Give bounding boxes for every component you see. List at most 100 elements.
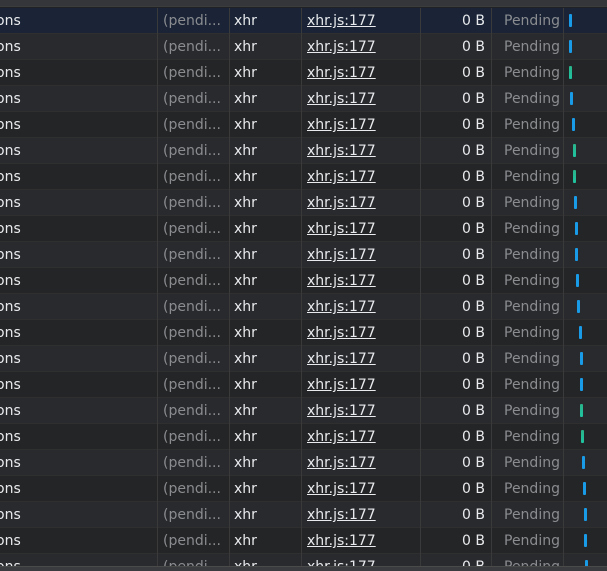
initiator-link[interactable]: xhr.js:177 xyxy=(307,195,376,211)
request-initiator-cell: xhr.js:177 xyxy=(302,476,421,502)
initiator-link[interactable]: xhr.js:177 xyxy=(307,65,376,81)
initiator-link[interactable]: xhr.js:177 xyxy=(307,377,376,393)
request-type-cell: xhr xyxy=(230,242,302,268)
table-row[interactable]: ons(pendi...xhr xhr.js:177 0 BPending xyxy=(0,268,607,294)
request-type-cell: xhr xyxy=(230,424,302,450)
waterfall-cell xyxy=(564,34,607,60)
table-row[interactable]: ons(pendi...xhr xhr.js:177 0 BPending xyxy=(0,372,607,398)
request-type-cell: xhr xyxy=(230,34,302,60)
initiator-link[interactable]: xhr.js:177 xyxy=(307,247,376,263)
initiator-link[interactable]: xhr.js:177 xyxy=(307,507,376,523)
request-status-cell: (pendi... xyxy=(158,372,230,398)
request-size-cell: 0 B xyxy=(421,86,492,112)
waterfall-cell xyxy=(564,8,607,34)
request-initiator-cell: xhr.js:177 xyxy=(302,424,421,450)
waterfall-bar xyxy=(584,508,587,521)
table-row[interactable]: ons(pendi...xhr xhr.js:177 0 BPending xyxy=(0,34,607,60)
table-row[interactable]: ons(pendi...xhr xhr.js:177 0 BPending xyxy=(0,398,607,424)
request-size-cell: 0 B xyxy=(421,138,492,164)
initiator-link[interactable]: xhr.js:177 xyxy=(307,403,376,419)
request-time-cell: Pending xyxy=(492,398,564,424)
waterfall-cell xyxy=(564,164,607,190)
initiator-link[interactable]: xhr.js:177 xyxy=(307,481,376,497)
horizontal-scrollbar[interactable] xyxy=(0,566,607,571)
request-name-cell: ons xyxy=(0,86,158,112)
request-time-cell: Pending xyxy=(492,268,564,294)
request-time-cell: Pending xyxy=(492,60,564,86)
request-status-cell: (pendi... xyxy=(158,294,230,320)
request-status-cell: (pendi... xyxy=(158,112,230,138)
waterfall-cell xyxy=(564,476,607,502)
request-name-cell: ons xyxy=(0,294,158,320)
initiator-link[interactable]: xhr.js:177 xyxy=(307,351,376,367)
table-row[interactable]: ons(pendi...xhr xhr.js:177 0 BPending xyxy=(0,216,607,242)
request-size-cell: 0 B xyxy=(421,112,492,138)
waterfall-cell xyxy=(564,112,607,138)
request-time-cell: Pending xyxy=(492,502,564,528)
table-row[interactable]: ons(pendi...xhr xhr.js:177 0 BPending xyxy=(0,164,607,190)
table-row[interactable]: ons(pendi...xhr xhr.js:177 0 BPending xyxy=(0,86,607,112)
waterfall-bar xyxy=(573,170,576,183)
waterfall-cell xyxy=(564,86,607,112)
waterfall-cell xyxy=(564,242,607,268)
initiator-link[interactable]: xhr.js:177 xyxy=(307,455,376,471)
table-row[interactable]: ons(pendi...xhr xhr.js:177 0 BPending xyxy=(0,112,607,138)
request-size-cell: 0 B xyxy=(421,372,492,398)
waterfall-bar xyxy=(576,274,579,287)
request-type-cell: xhr xyxy=(230,502,302,528)
request-name-cell: ons xyxy=(0,320,158,346)
request-size-cell: 0 B xyxy=(421,502,492,528)
table-row[interactable]: ons(pendi...xhr xhr.js:177 0 BPending xyxy=(0,138,607,164)
table-row[interactable]: ons(pendi...xhr xhr.js:177 0 BPending xyxy=(0,502,607,528)
table-row[interactable]: ons(pendi...xhr xhr.js:177 0 BPending xyxy=(0,294,607,320)
request-time-cell: Pending xyxy=(492,528,564,554)
initiator-link[interactable]: xhr.js:177 xyxy=(307,273,376,289)
request-initiator-cell: xhr.js:177 xyxy=(302,268,421,294)
waterfall-cell xyxy=(564,216,607,242)
request-status-cell: (pendi... xyxy=(158,164,230,190)
initiator-link[interactable]: xhr.js:177 xyxy=(307,117,376,133)
table-row[interactable]: ons(pendi...xhr xhr.js:177 0 BPending xyxy=(0,60,607,86)
request-time-cell: Pending xyxy=(492,372,564,398)
request-type-cell: xhr xyxy=(230,528,302,554)
request-status-cell: (pendi... xyxy=(158,86,230,112)
initiator-link[interactable]: xhr.js:177 xyxy=(307,221,376,237)
table-row[interactable]: ons(pendi...xhr xhr.js:177 0 BPending xyxy=(0,450,607,476)
initiator-link[interactable]: xhr.js:177 xyxy=(307,143,376,159)
request-initiator-cell: xhr.js:177 xyxy=(302,528,421,554)
request-initiator-cell: xhr.js:177 xyxy=(302,502,421,528)
request-status-cell: (pendi... xyxy=(158,8,230,34)
table-row[interactable]: ons(pendi...xhr xhr.js:177 0 BPending xyxy=(0,8,607,34)
request-status-cell: (pendi... xyxy=(158,60,230,86)
initiator-link[interactable]: xhr.js:177 xyxy=(307,533,376,549)
initiator-link[interactable]: xhr.js:177 xyxy=(307,299,376,315)
request-size-cell: 0 B xyxy=(421,294,492,320)
request-name-cell: ons xyxy=(0,372,158,398)
request-time-cell: Pending xyxy=(492,476,564,502)
request-type-cell: xhr xyxy=(230,320,302,346)
initiator-link[interactable]: xhr.js:177 xyxy=(307,91,376,107)
table-row[interactable]: ons(pendi...xhr xhr.js:177 0 BPending xyxy=(0,346,607,372)
request-status-cell: (pendi... xyxy=(158,216,230,242)
table-row[interactable]: ons(pendi...xhr xhr.js:177 0 BPending xyxy=(0,476,607,502)
waterfall-bar xyxy=(584,534,587,547)
waterfall-bar xyxy=(583,482,586,495)
table-row[interactable]: ons(pendi...xhr xhr.js:177 0 BPending xyxy=(0,190,607,216)
waterfall-bar xyxy=(582,456,585,469)
waterfall-cell xyxy=(564,60,607,86)
table-row[interactable]: ons(pendi...xhr xhr.js:177 0 BPending xyxy=(0,242,607,268)
request-name-cell: ons xyxy=(0,138,158,164)
table-row[interactable]: ons(pendi...xhr xhr.js:177 0 BPending xyxy=(0,320,607,346)
table-row[interactable]: ons(pendi...xhr xhr.js:177 0 BPending xyxy=(0,528,607,554)
initiator-link[interactable]: xhr.js:177 xyxy=(307,429,376,445)
request-status-cell: (pendi... xyxy=(158,528,230,554)
initiator-link[interactable]: xhr.js:177 xyxy=(307,39,376,55)
waterfall-bar xyxy=(580,378,583,391)
request-type-cell: xhr xyxy=(230,216,302,242)
initiator-link[interactable]: xhr.js:177 xyxy=(307,169,376,185)
request-type-cell: xhr xyxy=(230,138,302,164)
initiator-link[interactable]: xhr.js:177 xyxy=(307,325,376,341)
waterfall-cell xyxy=(564,268,607,294)
table-row[interactable]: ons(pendi...xhr xhr.js:177 0 BPending xyxy=(0,424,607,450)
initiator-link[interactable]: xhr.js:177 xyxy=(307,13,376,29)
